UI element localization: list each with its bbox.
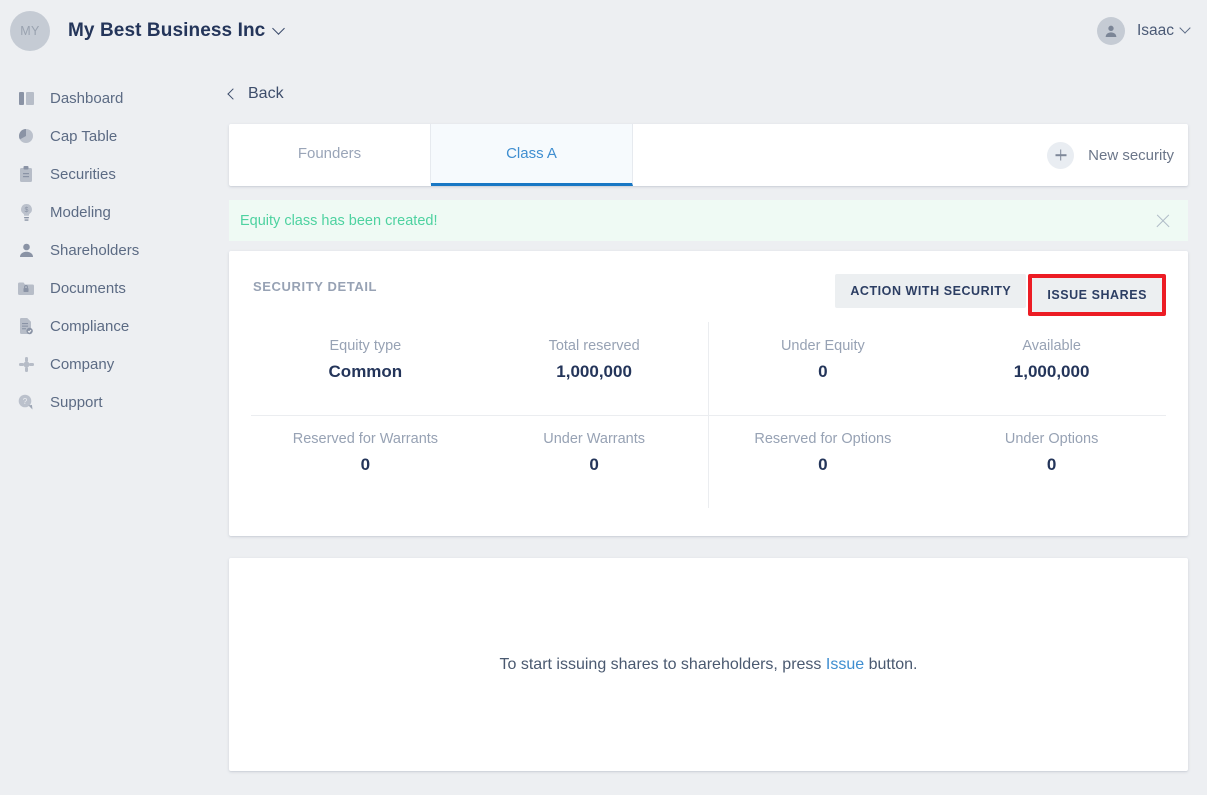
company-switcher[interactable]: MY My Best Business Inc [10, 11, 286, 51]
document-check-icon [16, 317, 36, 335]
sidebar-item-label: Securities [50, 165, 116, 183]
stat-label: Equity type [329, 338, 402, 354]
sidebar-item-company[interactable]: Company [0, 345, 210, 383]
company-avatar: MY [10, 11, 50, 51]
page-title: SECURITY DETAIL [253, 279, 378, 294]
stat-under-equity: Under Equity 0 [709, 322, 938, 415]
back-label: Back [248, 85, 284, 102]
sidebar-item-label: Documents [50, 279, 126, 297]
sidebar-item-cap-table[interactable]: Cap Table [0, 117, 210, 155]
sidebar-item-label: Cap Table [50, 127, 118, 145]
company-icon [16, 356, 36, 372]
stat-label: Reserved for Warrants [292, 431, 439, 447]
lightbulb-dollar-icon: $ [16, 203, 36, 221]
sidebar-item-dashboard[interactable]: Dashboard [0, 79, 210, 117]
stat-value: 1,000,000 [556, 362, 632, 381]
stat-value: 0 [360, 455, 371, 474]
sidebar: Dashboard Cap Table Securities $ Modelin… [0, 62, 210, 795]
empty-text-before: To start issuing shares to shareholders,… [499, 655, 826, 673]
stat-label: Total reserved [548, 338, 640, 354]
chevron-down-icon [1179, 22, 1191, 34]
stat-value: 0 [589, 455, 599, 474]
issue-link[interactable]: Issue [826, 656, 864, 673]
stat-value: 0 [1046, 455, 1057, 474]
top-bar: MY My Best Business Inc Isaac [0, 0, 1207, 62]
chevron-down-icon [272, 21, 286, 35]
stat-label: Under Options [1004, 431, 1099, 447]
stat-total-reserved: Total reserved 1,000,000 [480, 322, 709, 415]
svg-text:?: ? [23, 397, 28, 406]
empty-state-message: To start issuing shares to shareholders,… [500, 656, 918, 674]
stat-value: 0 [818, 362, 828, 381]
avatar [1096, 17, 1125, 45]
stat-equity-type: Equity type Common [251, 322, 480, 415]
stat-value: 0 [818, 455, 828, 474]
alert-message: Equity class has been created! [240, 212, 438, 229]
tab-founders[interactable]: Founders [229, 124, 431, 186]
issue-shares-highlight: ISSUE SHARES [1028, 274, 1166, 316]
empty-text-after: button. [864, 655, 918, 673]
stat-reserved-for-options: Reserved for Options 0 [709, 415, 938, 508]
empty-state-card: To start issuing shares to shareholders,… [229, 558, 1188, 771]
main-content: Back Founders Class A New security Equit… [210, 62, 1207, 795]
dashboard-icon [16, 91, 36, 105]
svg-text:$: $ [24, 207, 28, 214]
stats-vertical-divider [708, 322, 709, 508]
user-name: Isaac [1136, 22, 1174, 39]
stat-label: Under Warrants [543, 431, 646, 447]
question-bubble-icon: ? [16, 394, 36, 410]
issue-shares-button[interactable]: ISSUE SHARES [1032, 278, 1162, 312]
stat-label: Reserved for Options [754, 431, 892, 447]
action-with-security-button[interactable]: ACTION WITH SECURITY [835, 274, 1027, 308]
close-icon[interactable] [1154, 212, 1172, 230]
sidebar-item-support[interactable]: ? Support [0, 383, 210, 421]
person-icon [16, 243, 36, 257]
clipboard-icon [16, 166, 36, 182]
sidebar-item-label: Dashboard [50, 89, 124, 107]
tab-label: Founders [297, 145, 362, 162]
stat-value: Common [328, 362, 403, 381]
stat-under-options: Under Options 0 [937, 415, 1166, 508]
tab-bar: Founders Class A New security [229, 124, 1188, 186]
sidebar-item-label: Modeling [50, 203, 111, 221]
app-root: MY My Best Business Inc Isaac Dashboard … [0, 0, 1207, 795]
sidebar-item-documents[interactable]: Documents [0, 269, 210, 307]
security-detail-header: SECURITY DETAIL ACTION WITH SECURITY ISS… [251, 274, 1166, 316]
stat-reserved-for-warrants: Reserved for Warrants 0 [251, 415, 480, 508]
security-detail-card: SECURITY DETAIL ACTION WITH SECURITY ISS… [229, 251, 1188, 536]
sidebar-item-label: Company [50, 355, 115, 373]
tab-class-a[interactable]: Class A [431, 124, 633, 186]
plus-icon [1047, 141, 1075, 169]
chevron-left-icon [227, 88, 239, 100]
sidebar-item-securities[interactable]: Securities [0, 155, 210, 193]
company-name: My Best Business Inc [68, 20, 266, 41]
folder-lock-icon [16, 282, 36, 295]
new-security-label: New security [1088, 146, 1174, 164]
sidebar-item-compliance[interactable]: Compliance [0, 307, 210, 345]
sidebar-item-shareholders[interactable]: Shareholders [0, 231, 210, 269]
stat-label: Available [1022, 338, 1081, 354]
stat-value: 1,000,000 [1013, 362, 1090, 381]
back-button[interactable]: Back [227, 85, 284, 103]
new-security-button[interactable]: New security [1047, 124, 1174, 186]
sidebar-item-label: Support [50, 393, 103, 411]
pie-chart-icon [16, 128, 36, 144]
stat-label: Under Equity [780, 338, 865, 354]
stat-available: Available 1,000,000 [937, 322, 1166, 415]
user-menu[interactable]: Isaac [1096, 17, 1191, 45]
sidebar-item-label: Shareholders [50, 241, 140, 259]
sidebar-item-modeling[interactable]: $ Modeling [0, 193, 210, 231]
sidebar-item-label: Compliance [50, 317, 130, 335]
stat-under-warrants: Under Warrants 0 [480, 415, 709, 508]
security-stats: Equity type Common Total reserved 1,000,… [251, 322, 1166, 508]
success-alert: Equity class has been created! [229, 200, 1188, 241]
tab-label: Class A [506, 145, 557, 162]
